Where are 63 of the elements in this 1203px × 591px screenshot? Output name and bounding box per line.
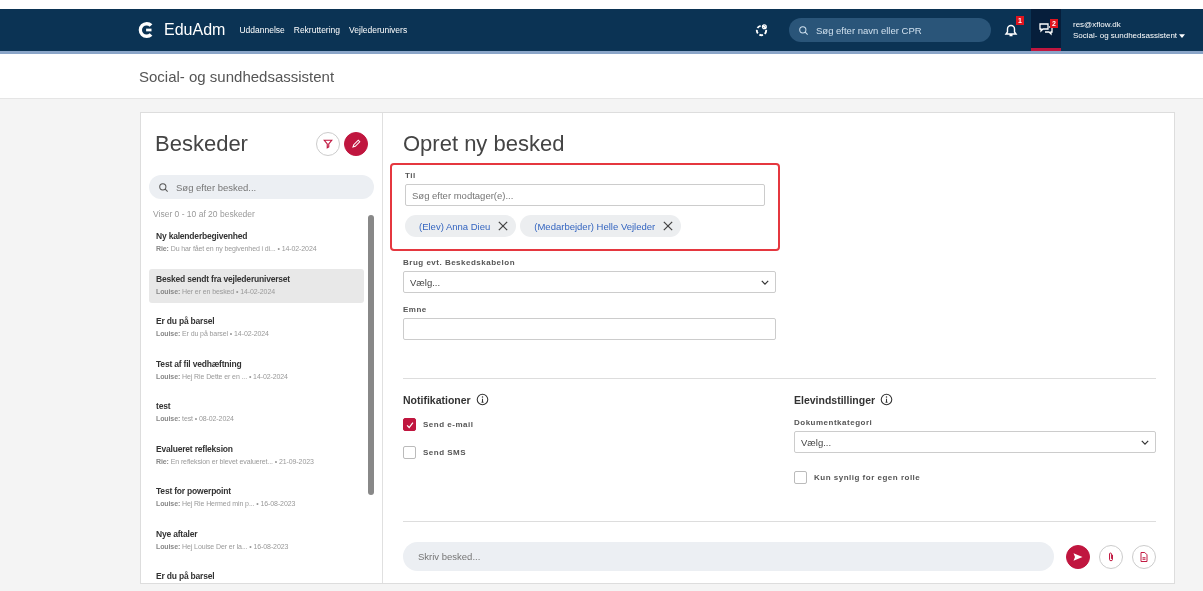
search-field[interactable]: Søg efter navn eller CPR	[789, 18, 991, 42]
bell-icon[interactable]	[1003, 22, 1019, 38]
attach-button[interactable]	[1099, 544, 1123, 569]
user-email: res@xflow.dk	[1073, 19, 1122, 30]
scrollbar[interactable]	[368, 215, 374, 495]
close-icon[interactable]	[498, 221, 509, 231]
nav-link[interactable]: Uddannelse	[239, 25, 285, 35]
field-label: Til	[405, 171, 417, 180]
nav-link[interactable]: Vejlederunivers	[349, 25, 408, 35]
info-icon[interactable]	[475, 393, 489, 406]
field-label: Brug evt. Beskedskabelon	[403, 258, 517, 267]
message-subject: test	[156, 401, 172, 411]
nav-link[interactable]: Rekruttering	[293, 25, 341, 35]
info-icon[interactable]	[880, 393, 894, 406]
field-label: Dokumentkategori	[794, 418, 874, 427]
checkbox[interactable]	[403, 446, 416, 459]
subject-field[interactable]	[403, 318, 776, 340]
page-title: Social- og sundhedsassistent	[139, 67, 335, 85]
filter-icon	[322, 138, 334, 150]
message-subject: Evalueret refleksion	[156, 443, 234, 454]
settings-icon[interactable]	[754, 22, 769, 38]
compose-title: Opret ny besked	[403, 131, 566, 157]
message-subject: Test for powerpoint	[156, 486, 232, 496]
inbox-title: Beskeder	[155, 131, 249, 157]
category-select[interactable]: Vælg...	[794, 431, 1156, 453]
chat-icon	[1038, 20, 1054, 37]
search-icon	[798, 24, 809, 36]
checkbox-label: Send SMS	[423, 448, 467, 457]
message-item[interactable]: Er du på barsel	[149, 566, 364, 583]
user-role: Social- og sundhedsassistent	[1073, 30, 1203, 41]
send-button[interactable]	[1066, 544, 1090, 569]
caret-icon	[1179, 34, 1186, 38]
app-logo-text[interactable]: EduAdm	[164, 21, 226, 39]
section-title: Elevindstillinger	[794, 393, 876, 406]
field-label: Emne	[403, 305, 428, 314]
message-subject: Ny kalenderbegivenhed	[156, 231, 249, 241]
search-icon	[158, 181, 169, 193]
new-message-button[interactable]	[344, 132, 368, 156]
message-search-field[interactable]: Søg efter besked...	[149, 175, 374, 199]
template-select[interactable]: Vælg...	[403, 271, 776, 293]
message-count: Viser 0 - 10 af 20 beskeder	[152, 208, 256, 221]
recipient-search-field[interactable]: Søg efter modtager(e)...	[405, 184, 765, 206]
message-subject: Test af fil vedhæftning	[156, 358, 243, 369]
document-button[interactable]	[1132, 544, 1156, 569]
message-input[interactable]: Skriv besked...	[403, 542, 1054, 571]
filter-button[interactable]	[316, 132, 340, 156]
document-icon	[1138, 550, 1150, 563]
user-menu[interactable]: res@xflow.dk Social- og sundhedsassistent	[1073, 19, 1203, 41]
section-title: Notifikationer	[403, 393, 471, 406]
checkbox[interactable]	[403, 418, 416, 431]
checkbox[interactable]	[794, 471, 807, 484]
message-subject: Er du på barsel	[156, 316, 216, 326]
chevron-down-icon	[1141, 439, 1149, 445]
message-subject: Er du på barsel	[156, 571, 216, 581]
message-subject: Nye aftaler	[156, 528, 199, 539]
pencil-icon	[350, 138, 362, 150]
checkbox-label: Send e-mail	[423, 420, 474, 429]
chevron-down-icon	[761, 279, 769, 285]
checkbox-label: Kun synlig for egen rolle	[814, 473, 921, 482]
close-icon[interactable]	[663, 221, 674, 231]
recipient-chip[interactable]: (Medarbejder) Helle Vejleder	[520, 215, 682, 237]
recipient-chip[interactable]: (Elev) Anna Dieu	[405, 215, 517, 237]
message-subject: Besked sendt fra vejlederuniverset	[156, 273, 291, 284]
